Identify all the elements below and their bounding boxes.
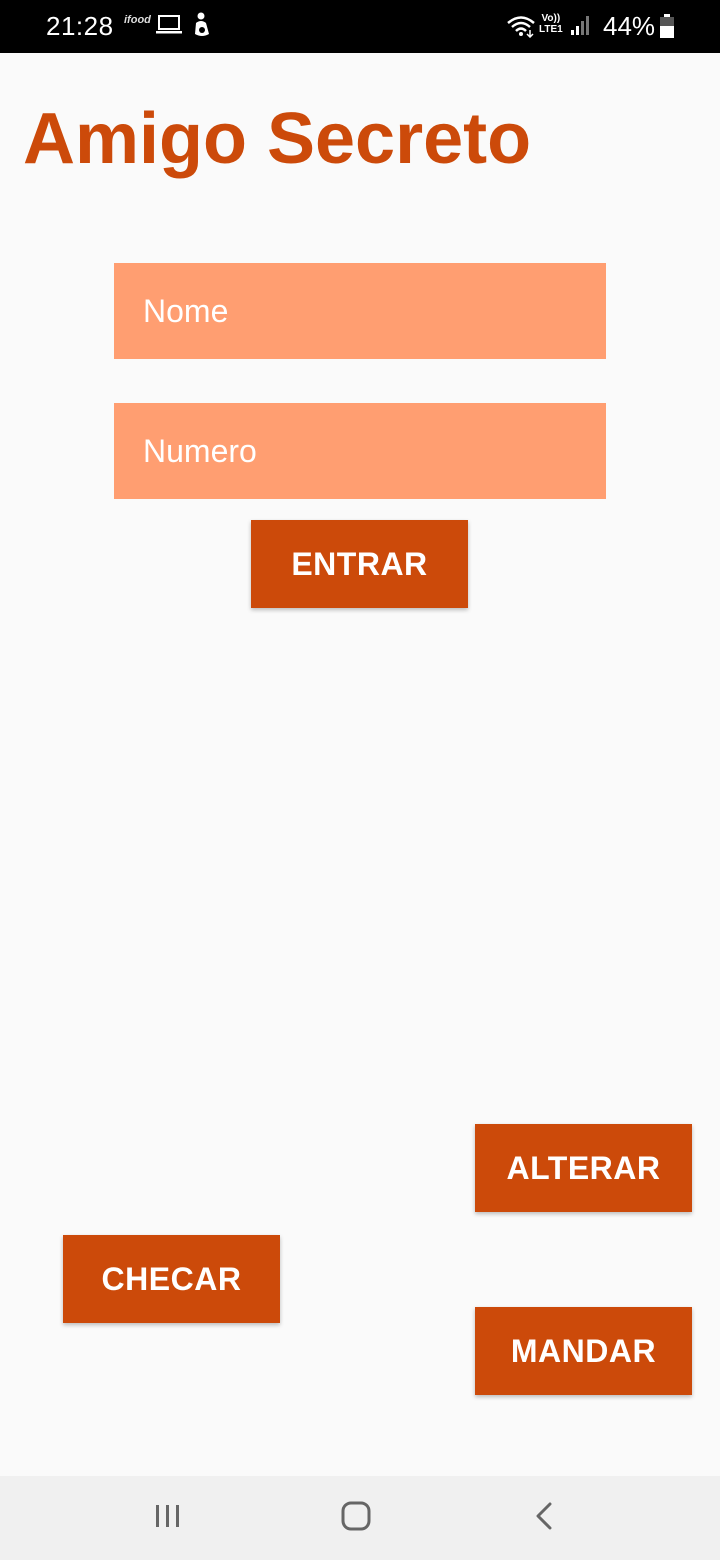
check-button[interactable]: CHECAR (63, 1235, 280, 1323)
volte-bottom-label: LTE1 (539, 24, 563, 35)
recent-apps-icon[interactable] (152, 1500, 184, 1537)
signal-icon (571, 14, 591, 41)
volte-icon: Vo)) LTE1 (539, 13, 563, 35)
volte-top-label: Vo)) (541, 13, 561, 24)
name-input[interactable] (114, 263, 606, 359)
enter-button[interactable]: ENTRAR (251, 520, 468, 608)
status-bar: 21:28 ifood Vo)) LTE1 44% (0, 0, 720, 53)
ifood-icon: ifood (124, 14, 151, 26)
home-icon[interactable] (340, 1500, 372, 1537)
alter-button[interactable]: ALTERAR (475, 1124, 692, 1212)
navigation-bar (0, 1476, 720, 1560)
number-input[interactable] (114, 403, 606, 499)
page-title: Amigo Secreto (23, 99, 532, 179)
person-icon (192, 12, 212, 43)
battery-icon (660, 14, 674, 43)
send-button[interactable]: MANDAR (475, 1307, 692, 1395)
wifi-icon (506, 14, 536, 43)
back-icon[interactable] (530, 1500, 562, 1537)
status-time: 21:28 (46, 11, 114, 41)
battery-percent: 44% (603, 11, 656, 41)
laptop-icon (156, 14, 182, 41)
